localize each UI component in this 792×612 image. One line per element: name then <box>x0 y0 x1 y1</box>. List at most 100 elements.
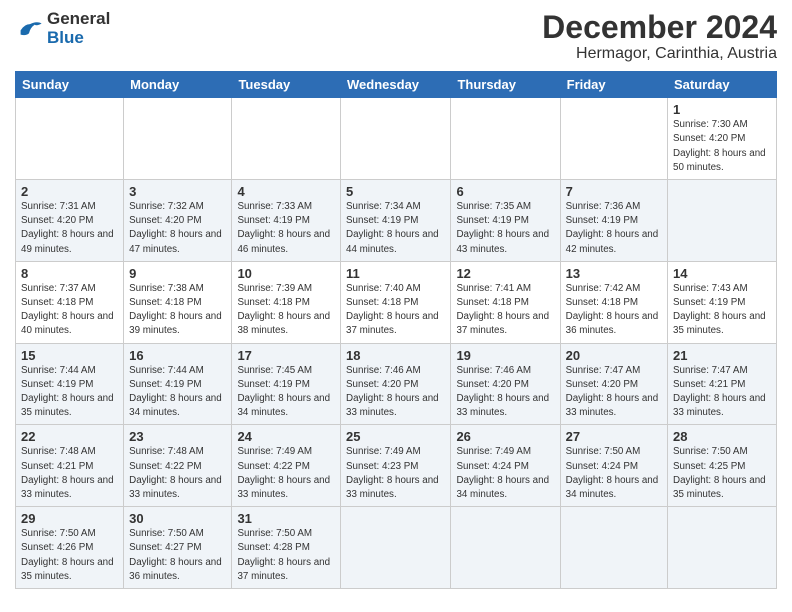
table-row: 9 Sunrise: 7:38 AM Sunset: 4:18 PM Dayli… <box>124 261 232 343</box>
location: Hermagor, Carinthia, Austria <box>542 45 777 63</box>
table-row: 25 Sunrise: 7:49 AM Sunset: 4:23 PM Dayl… <box>341 425 451 507</box>
week-row-2: 2 Sunrise: 7:31 AM Sunset: 4:20 PM Dayli… <box>16 180 777 262</box>
calendar-page: General Blue December 2024 Hermagor, Car… <box>0 0 792 612</box>
day-number: 21 <box>673 348 771 363</box>
day-info: Sunrise: 7:39 AM Sunset: 4:18 PM Dayligh… <box>237 282 335 339</box>
empty-cell <box>451 507 560 589</box>
week-row-6: 29 Sunrise: 7:50 AM Sunset: 4:26 PM Dayl… <box>16 507 777 589</box>
logo-text: General Blue <box>47 10 110 47</box>
day-number: 27 <box>566 429 662 444</box>
table-row: 6 Sunrise: 7:35 AM Sunset: 4:19 PM Dayli… <box>451 180 560 262</box>
empty-cell <box>560 98 667 180</box>
day-info: Sunrise: 7:36 AM Sunset: 4:19 PM Dayligh… <box>566 200 662 257</box>
day-number: 4 <box>237 184 335 199</box>
table-row: 1 Sunrise: 7:30 AM Sunset: 4:20 PM Dayli… <box>668 98 777 180</box>
empty-cell <box>124 98 232 180</box>
table-row: 26 Sunrise: 7:49 AM Sunset: 4:24 PM Dayl… <box>451 425 560 507</box>
day-number: 11 <box>346 266 445 281</box>
day-number: 26 <box>456 429 554 444</box>
day-info: Sunrise: 7:47 AM Sunset: 4:20 PM Dayligh… <box>566 364 662 421</box>
day-info: Sunrise: 7:40 AM Sunset: 4:18 PM Dayligh… <box>346 282 445 339</box>
table-row: 5 Sunrise: 7:34 AM Sunset: 4:19 PM Dayli… <box>341 180 451 262</box>
day-number: 19 <box>456 348 554 363</box>
day-number: 2 <box>21 184 118 199</box>
table-row: 21 Sunrise: 7:47 AM Sunset: 4:21 PM Dayl… <box>668 343 777 425</box>
day-number: 20 <box>566 348 662 363</box>
day-number: 22 <box>21 429 118 444</box>
day-info: Sunrise: 7:33 AM Sunset: 4:19 PM Dayligh… <box>237 200 335 257</box>
day-info: Sunrise: 7:49 AM Sunset: 4:23 PM Dayligh… <box>346 445 445 502</box>
table-row: 24 Sunrise: 7:49 AM Sunset: 4:22 PM Dayl… <box>232 425 341 507</box>
day-number: 12 <box>456 266 554 281</box>
day-number: 3 <box>129 184 226 199</box>
table-row: 17 Sunrise: 7:45 AM Sunset: 4:19 PM Dayl… <box>232 343 341 425</box>
logo: General Blue <box>15 10 110 47</box>
table-row: 22 Sunrise: 7:48 AM Sunset: 4:21 PM Dayl… <box>16 425 124 507</box>
table-row: 11 Sunrise: 7:40 AM Sunset: 4:18 PM Dayl… <box>341 261 451 343</box>
day-number: 14 <box>673 266 771 281</box>
calendar-header-row: Sunday Monday Tuesday Wednesday Thursday… <box>16 72 777 98</box>
day-info: Sunrise: 7:35 AM Sunset: 4:19 PM Dayligh… <box>456 200 554 257</box>
day-number: 18 <box>346 348 445 363</box>
day-number: 17 <box>237 348 335 363</box>
table-row: 4 Sunrise: 7:33 AM Sunset: 4:19 PM Dayli… <box>232 180 341 262</box>
day-info: Sunrise: 7:50 AM Sunset: 4:28 PM Dayligh… <box>237 527 335 584</box>
table-row: 30 Sunrise: 7:50 AM Sunset: 4:27 PM Dayl… <box>124 507 232 589</box>
day-number: 9 <box>129 266 226 281</box>
day-info: Sunrise: 7:47 AM Sunset: 4:21 PM Dayligh… <box>673 364 771 421</box>
day-number: 13 <box>566 266 662 281</box>
table-row: 19 Sunrise: 7:46 AM Sunset: 4:20 PM Dayl… <box>451 343 560 425</box>
day-number: 30 <box>129 511 226 526</box>
day-info: Sunrise: 7:41 AM Sunset: 4:18 PM Dayligh… <box>456 282 554 339</box>
table-row: 14 Sunrise: 7:43 AM Sunset: 4:19 PM Dayl… <box>668 261 777 343</box>
week-row-1: 1 Sunrise: 7:30 AM Sunset: 4:20 PM Dayli… <box>16 98 777 180</box>
empty-cell <box>341 507 451 589</box>
logo-blue: Blue <box>47 28 84 47</box>
day-info: Sunrise: 7:46 AM Sunset: 4:20 PM Dayligh… <box>346 364 445 421</box>
day-info: Sunrise: 7:30 AM Sunset: 4:20 PM Dayligh… <box>673 118 771 175</box>
table-row: 27 Sunrise: 7:50 AM Sunset: 4:24 PM Dayl… <box>560 425 667 507</box>
day-info: Sunrise: 7:49 AM Sunset: 4:22 PM Dayligh… <box>237 445 335 502</box>
table-row: 31 Sunrise: 7:50 AM Sunset: 4:28 PM Dayl… <box>232 507 341 589</box>
day-info: Sunrise: 7:44 AM Sunset: 4:19 PM Dayligh… <box>129 364 226 421</box>
header-friday: Friday <box>560 72 667 98</box>
week-row-3: 8 Sunrise: 7:37 AM Sunset: 4:18 PM Dayli… <box>16 261 777 343</box>
header-sunday: Sunday <box>16 72 124 98</box>
day-info: Sunrise: 7:50 AM Sunset: 4:24 PM Dayligh… <box>566 445 662 502</box>
logo-general: General <box>47 9 110 28</box>
table-row: 3 Sunrise: 7:32 AM Sunset: 4:20 PM Dayli… <box>124 180 232 262</box>
empty-cell <box>232 98 341 180</box>
day-info: Sunrise: 7:31 AM Sunset: 4:20 PM Dayligh… <box>21 200 118 257</box>
header-tuesday: Tuesday <box>232 72 341 98</box>
day-info: Sunrise: 7:46 AM Sunset: 4:20 PM Dayligh… <box>456 364 554 421</box>
empty-cell <box>668 180 777 262</box>
table-row: 10 Sunrise: 7:39 AM Sunset: 4:18 PM Dayl… <box>232 261 341 343</box>
empty-cell <box>341 98 451 180</box>
day-info: Sunrise: 7:48 AM Sunset: 4:22 PM Dayligh… <box>129 445 226 502</box>
day-number: 24 <box>237 429 335 444</box>
title-block: December 2024 Hermagor, Carinthia, Austr… <box>542 10 777 63</box>
day-info: Sunrise: 7:32 AM Sunset: 4:20 PM Dayligh… <box>129 200 226 257</box>
table-row: 2 Sunrise: 7:31 AM Sunset: 4:20 PM Dayli… <box>16 180 124 262</box>
day-info: Sunrise: 7:48 AM Sunset: 4:21 PM Dayligh… <box>21 445 118 502</box>
day-info: Sunrise: 7:38 AM Sunset: 4:18 PM Dayligh… <box>129 282 226 339</box>
day-number: 23 <box>129 429 226 444</box>
header-wednesday: Wednesday <box>341 72 451 98</box>
empty-cell <box>16 98 124 180</box>
day-number: 25 <box>346 429 445 444</box>
week-row-5: 22 Sunrise: 7:48 AM Sunset: 4:21 PM Dayl… <box>16 425 777 507</box>
table-row: 28 Sunrise: 7:50 AM Sunset: 4:25 PM Dayl… <box>668 425 777 507</box>
day-info: Sunrise: 7:37 AM Sunset: 4:18 PM Dayligh… <box>21 282 118 339</box>
day-number: 31 <box>237 511 335 526</box>
day-info: Sunrise: 7:44 AM Sunset: 4:19 PM Dayligh… <box>21 364 118 421</box>
day-number: 29 <box>21 511 118 526</box>
day-info: Sunrise: 7:45 AM Sunset: 4:19 PM Dayligh… <box>237 364 335 421</box>
table-row: 29 Sunrise: 7:50 AM Sunset: 4:26 PM Dayl… <box>16 507 124 589</box>
day-info: Sunrise: 7:42 AM Sunset: 4:18 PM Dayligh… <box>566 282 662 339</box>
header-monday: Monday <box>124 72 232 98</box>
empty-cell <box>668 507 777 589</box>
day-number: 8 <box>21 266 118 281</box>
day-number: 1 <box>673 102 771 117</box>
day-number: 6 <box>456 184 554 199</box>
week-row-4: 15 Sunrise: 7:44 AM Sunset: 4:19 PM Dayl… <box>16 343 777 425</box>
